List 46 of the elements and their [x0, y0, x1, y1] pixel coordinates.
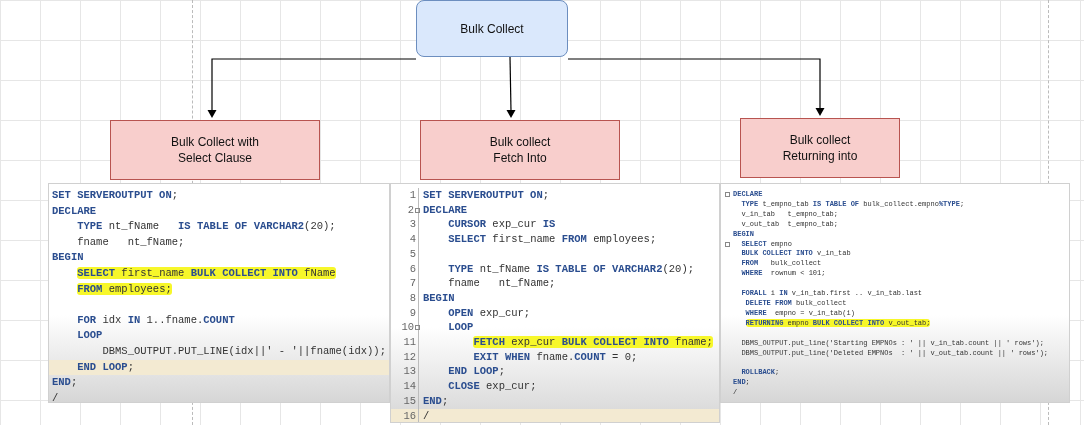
line-number: 6 — [409, 261, 416, 277]
line-number: 1 — [409, 188, 416, 203]
line-number: 3 — [409, 217, 416, 233]
line-number: 8 — [409, 290, 416, 306]
code-line: DECLARE — [52, 204, 97, 217]
code-line: END; — [52, 376, 78, 389]
line-number: 9 — [409, 305, 416, 321]
code-line: / — [423, 409, 430, 422]
code-line: DBMS_OUTPUT.PUT_LINE(idx||' - '||fname(idx)); — [102, 344, 386, 357]
code-line: DECLARE — [423, 203, 468, 216]
line-number: 7 — [409, 276, 416, 291]
code-line: / — [52, 391, 59, 402]
code-line: BEGIN — [423, 291, 455, 304]
code-line: OPEN exp_cur; — [448, 306, 531, 319]
code-line: TYPE nt_fName IS TABLE OF VARCHAR2(20); — [77, 220, 336, 233]
code-line: CLOSE exp_cur; — [448, 380, 537, 393]
line-number: 4 — [409, 232, 416, 247]
code-line: CURSOR exp_cur IS — [448, 218, 556, 231]
line-number: 16 — [403, 408, 416, 422]
root-node: Bulk Collect — [416, 0, 568, 57]
line-number: 11 — [403, 335, 416, 350]
line-number: 5 — [409, 246, 416, 262]
code-line: END LOOP; — [77, 360, 134, 373]
code-line: LOOP — [77, 329, 103, 342]
category-node: Bulk collect Fetch Into — [420, 120, 620, 180]
line-number: 15 — [403, 393, 416, 409]
code-line: TYPE nt_fName IS TABLE OF VARCHAR2(20); — [448, 262, 694, 275]
code-line: SET SERVEROUTPUT ON; — [423, 189, 550, 201]
code-line: FOR idx IN 1..fname.COUNT — [77, 313, 235, 326]
code-line: fname nt_fName; — [448, 277, 556, 290]
code-line: SELECT first_name FROM employees; — [448, 233, 657, 246]
code-line: SET SERVEROUTPUT ON; — [52, 189, 179, 201]
category-node: Bulk collect Returning into — [740, 118, 900, 178]
category-node: Bulk Collect with Select Clause — [110, 120, 320, 180]
line-number: 13 — [403, 364, 416, 380]
code-line: fname nt_fName; — [77, 235, 185, 248]
code-line: END; — [423, 394, 449, 407]
line-number: 12 — [403, 349, 416, 365]
code-line: END LOOP; — [448, 365, 505, 378]
line-number: 2 — [407, 202, 414, 218]
line-number: 10 — [401, 320, 414, 336]
connector-arrow — [506, 56, 516, 118]
line-number: 14 — [403, 379, 416, 394]
code-line: EXIT WHEN fname.COUNT = 0; — [473, 350, 638, 363]
code-line: BEGIN — [52, 251, 84, 264]
code-line: LOOP — [448, 321, 474, 334]
